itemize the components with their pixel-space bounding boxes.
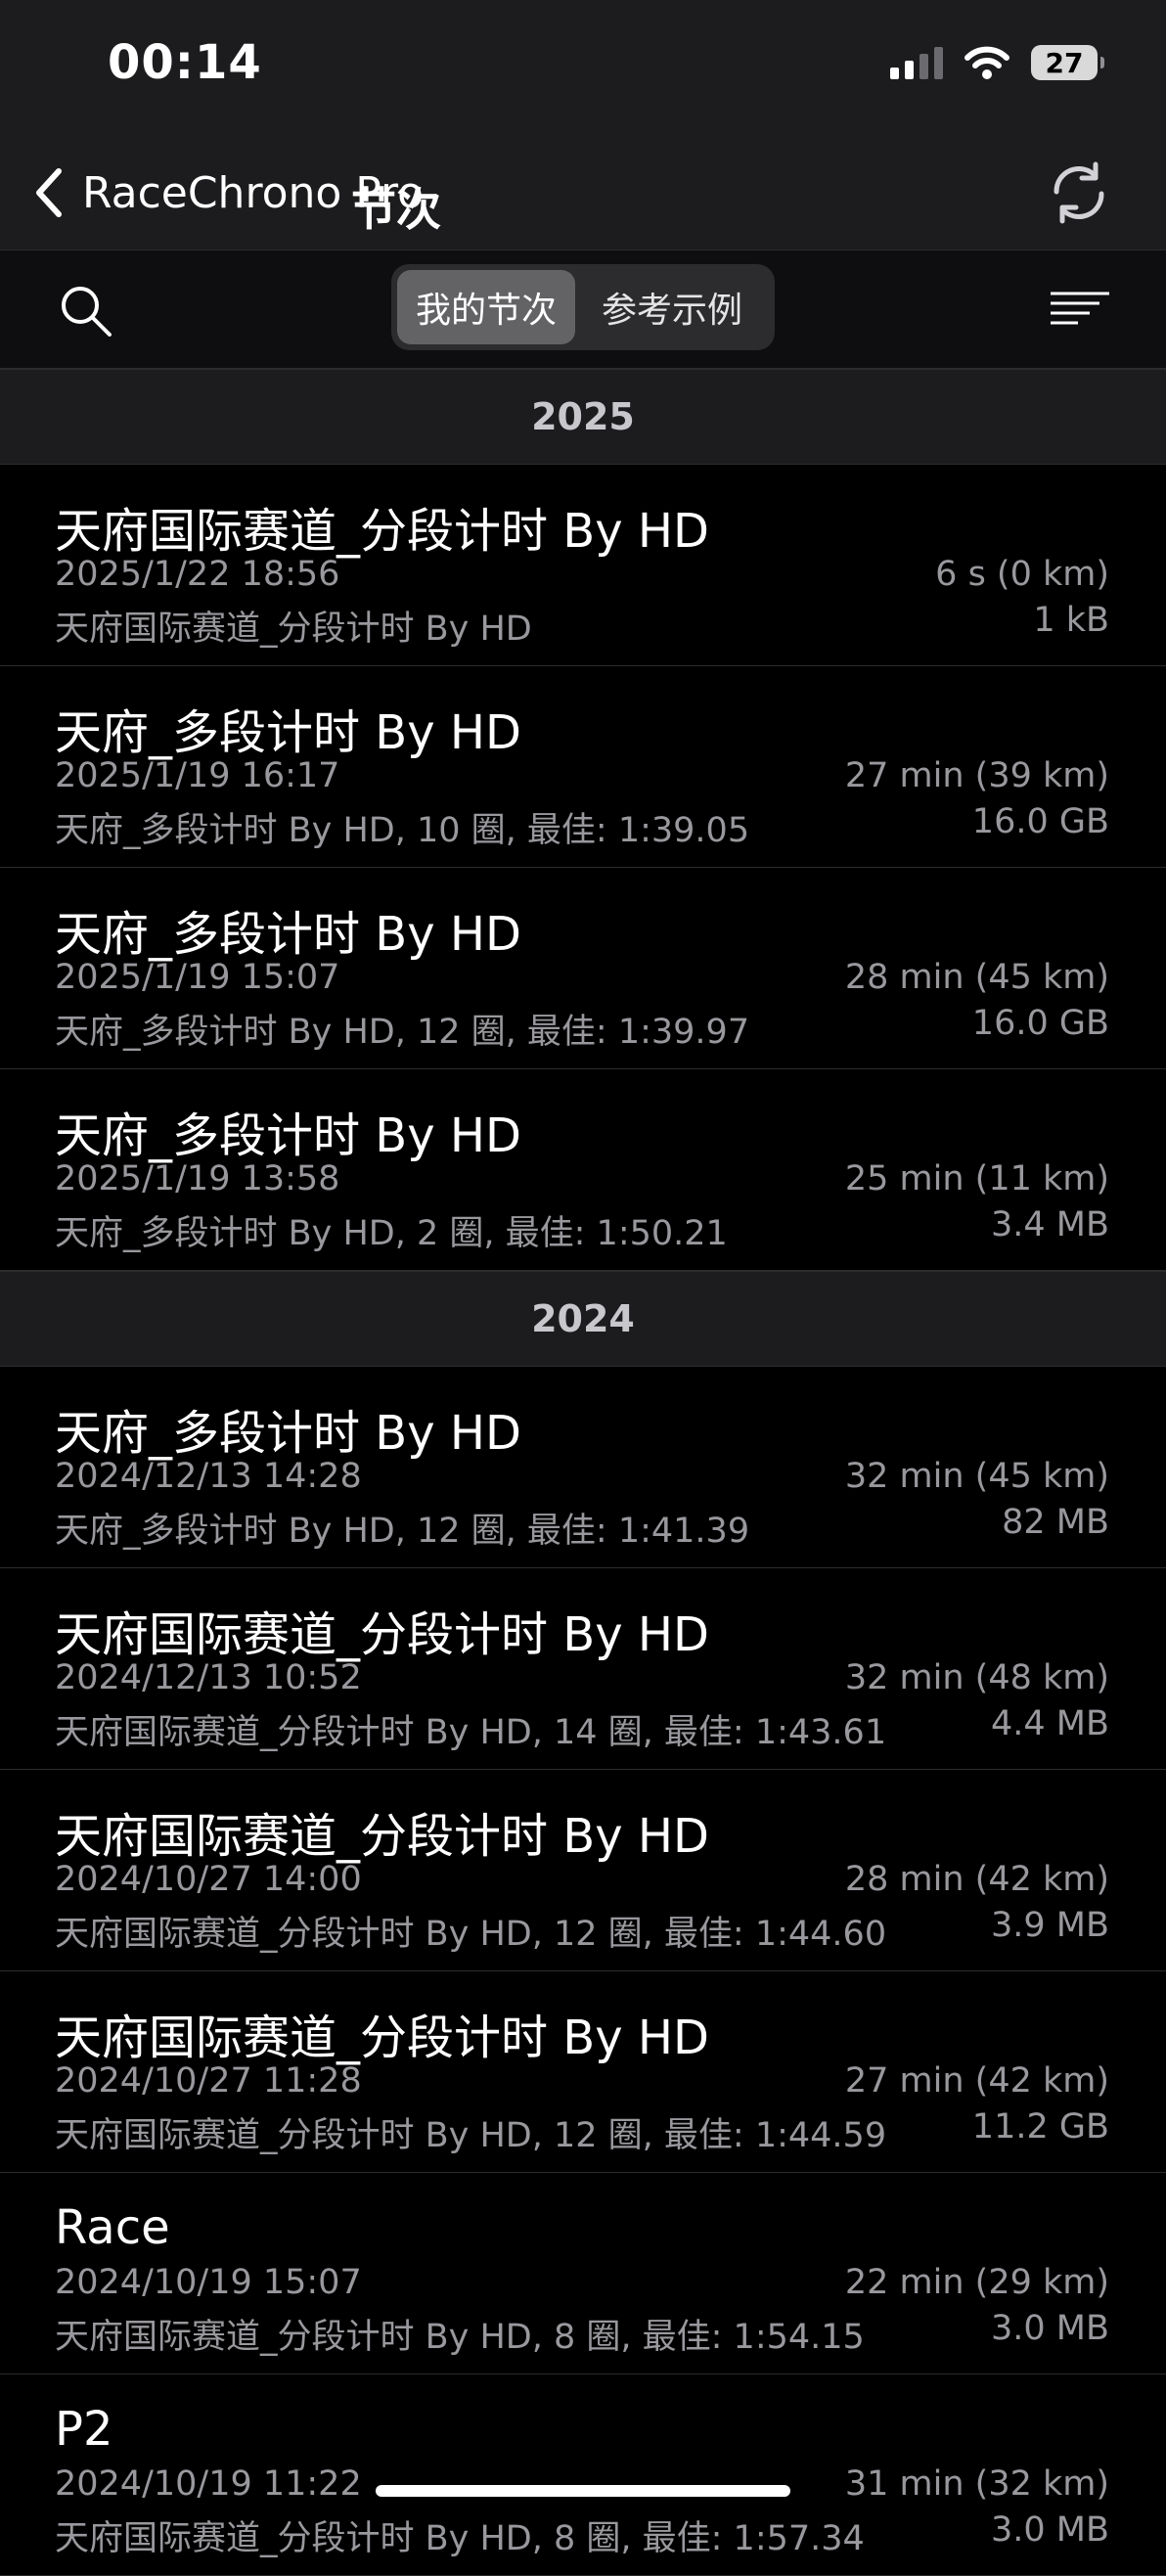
session-title: 天府_多段计时 By HD [55,1406,521,1461]
session-date: 2025/1/19 15:07 [55,958,340,997]
session-duration: 28 min (42 km) [844,1860,1109,1899]
session-size: 1 kB [1033,601,1109,640]
session-duration: 28 min (45 km) [844,958,1109,997]
session-duration: 32 min (45 km) [844,1457,1109,1496]
session-description: 天府_多段计时 By HD, 10 圈, 最佳: 1:39.05 [55,811,750,850]
session-row[interactable]: 天府_多段计时 By HD 2025/1/19 13:58 天府_多段计时 By… [0,1069,1166,1271]
segmented-control: 我的节次 参考示例 [391,264,775,350]
session-row[interactable]: 天府国际赛道_分段计时 By HD 2024/12/13 10:52 天府国际赛… [0,1568,1166,1770]
battery-icon: 27 [1031,45,1104,80]
session-date: 2024/12/13 14:28 [55,1457,362,1496]
session-row[interactable]: 天府国际赛道_分段计时 By HD 2024/10/27 11:28 天府国际赛… [0,1971,1166,2173]
session-date: 2024/10/27 14:00 [55,1860,362,1899]
session-duration: 22 min (29 km) [844,2263,1109,2302]
nav-bar: RaceChrono Pro 节次 [0,137,1166,250]
session-size: 11.2 GB [971,2107,1109,2147]
session-title: 天府国际赛道_分段计时 By HD [55,2011,709,2065]
session-duration: 31 min (32 km) [844,2464,1109,2504]
search-icon[interactable] [57,282,115,340]
sort-icon[interactable] [1049,290,1111,331]
section-header: 2024 [0,1271,1166,1367]
session-size: 3.4 MB [991,1205,1109,1244]
status-time: 00:14 [108,35,262,90]
session-size: 82 MB [1002,1503,1109,1542]
session-description: 天府国际赛道_分段计时 By HD [55,610,532,649]
segment-reference-examples[interactable]: 参考示例 [575,270,769,344]
section-header: 2025 [0,369,1166,465]
page-title: 节次 [0,174,1166,239]
session-row[interactable]: P2 2024/10/19 11:22 天府国际赛道_分段计时 By HD, 8… [0,2374,1166,2576]
session-date: 2024/12/13 10:52 [55,1658,362,1697]
session-list-2024: 天府_多段计时 By HD 2024/12/13 14:28 天府_多段计时 B… [0,1367,1166,2576]
session-size: 3.9 MB [991,1906,1109,1945]
session-duration: 32 min (48 km) [844,1658,1109,1697]
session-date: 2024/10/27 11:28 [55,2061,362,2101]
session-date: 2024/10/19 15:07 [55,2263,362,2302]
session-duration: 27 min (42 km) [844,2061,1109,2101]
session-description: 天府_多段计时 By HD, 12 圈, 最佳: 1:39.97 [55,1013,750,1052]
session-row[interactable]: Race 2024/10/19 15:07 天府国际赛道_分段计时 By HD,… [0,2173,1166,2374]
session-duration: 25 min (11 km) [844,1159,1109,1198]
session-row[interactable]: 天府_多段计时 By HD 2024/12/13 14:28 天府_多段计时 B… [0,1367,1166,1568]
cellular-signal-icon [890,46,943,79]
session-row[interactable]: 天府国际赛道_分段计时 By HD 2025/1/22 18:56 天府国际赛道… [0,465,1166,666]
status-bar: 00:14 27 [0,0,1166,137]
segment-my-sessions[interactable]: 我的节次 [397,270,575,344]
session-date: 2025/1/22 18:56 [55,555,340,594]
session-date: 2025/1/19 13:58 [55,1159,340,1198]
session-duration: 27 min (39 km) [844,756,1109,795]
session-title: 天府_多段计时 By HD [55,907,521,962]
page-title-text: 节次 [351,183,441,236]
session-description: 天府_多段计时 By HD, 12 圈, 最佳: 1:41.39 [55,1512,750,1551]
session-title: P2 [55,2402,113,2457]
session-size: 16.0 GB [971,802,1109,841]
session-description: 天府国际赛道_分段计时 By HD, 12 圈, 最佳: 1:44.60 [55,1915,887,1954]
session-size: 3.0 MB [991,2510,1109,2550]
session-title: 天府_多段计时 By HD [55,705,521,760]
session-size: 16.0 GB [971,1004,1109,1043]
session-title: 天府_多段计时 By HD [55,1108,521,1163]
session-description: 天府_多段计时 By HD, 2 圈, 最佳: 1:50.21 [55,1214,728,1253]
toolbar: 我的节次 参考示例 [0,250,1166,369]
session-row[interactable]: 天府_多段计时 By HD 2025/1/19 15:07 天府_多段计时 By… [0,868,1166,1069]
session-size: 3.0 MB [991,2309,1109,2348]
session-description: 天府国际赛道_分段计时 By HD, 12 圈, 最佳: 1:44.59 [55,2116,887,2155]
home-indicator[interactable] [376,2485,790,2497]
session-size: 4.4 MB [991,1704,1109,1743]
session-list-2025: 天府国际赛道_分段计时 By HD 2025/1/22 18:56 天府国际赛道… [0,465,1166,1271]
session-description: 天府国际赛道_分段计时 By HD, 8 圈, 最佳: 1:57.34 [55,2519,865,2558]
refresh-icon[interactable] [1045,158,1113,227]
session-title: 天府国际赛道_分段计时 By HD [55,504,709,559]
session-date: 2024/10/19 11:22 [55,2464,362,2504]
session-row[interactable]: 天府国际赛道_分段计时 By HD 2024/10/27 14:00 天府国际赛… [0,1770,1166,1971]
session-title: Race [55,2200,170,2255]
session-row[interactable]: 天府_多段计时 By HD 2025/1/19 16:17 天府_多段计时 By… [0,666,1166,868]
session-title: 天府国际赛道_分段计时 By HD [55,1809,709,1864]
status-icons: 27 [890,45,1104,80]
session-date: 2025/1/19 16:17 [55,756,340,795]
wifi-icon [964,46,1009,79]
session-duration: 6 s (0 km) [935,555,1109,594]
session-title: 天府国际赛道_分段计时 By HD [55,1607,709,1662]
session-description: 天府国际赛道_分段计时 By HD, 14 圈, 最佳: 1:43.61 [55,1713,887,1752]
session-description: 天府国际赛道_分段计时 By HD, 8 圈, 最佳: 1:54.15 [55,2318,865,2357]
